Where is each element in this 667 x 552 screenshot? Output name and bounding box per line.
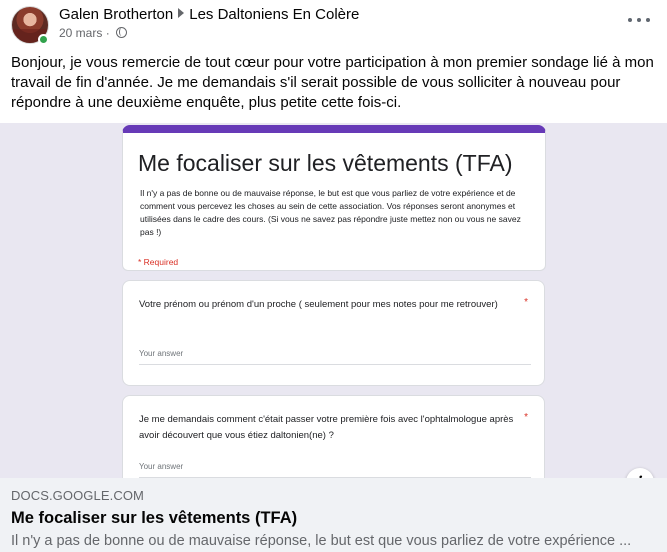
question-card: Votre prénom ou prénom d'un proche ( seu…: [122, 280, 545, 386]
author-name[interactable]: Galen Brotherton: [59, 6, 173, 23]
link-title[interactable]: Me focaliser sur les vêtements (TFA): [11, 509, 297, 528]
required-star: *: [524, 412, 528, 423]
form-header-card: Me focaliser sur les vêtements (TFA) Il …: [122, 125, 546, 271]
link-preview-image[interactable]: Me focaliser sur les vêtements (TFA) Il …: [0, 123, 667, 478]
online-status-icon: [38, 34, 49, 45]
form-description: Il n'y a pas de bonne ou de mauvaise rép…: [140, 188, 521, 237]
question-card: Je me demandais comment c'était passer v…: [122, 395, 545, 478]
link-description: Il n'y a pas de bonne ou de mauvaise rép…: [11, 533, 632, 549]
link-domain: DOCS.GOOGLE.COM: [11, 488, 144, 503]
more-options-button[interactable]: [625, 10, 653, 30]
question-text: Je me demandais comment c'était passer v…: [139, 414, 514, 441]
question-text: Votre prénom ou prénom d'un proche ( seu…: [139, 299, 498, 310]
form-title: Me focaliser sur les vêtements (TFA): [138, 150, 513, 176]
link-footer[interactable]: DOCS.GOOGLE.COM Me focaliser sur les vêt…: [0, 478, 667, 552]
required-star: *: [524, 297, 528, 308]
group-name[interactable]: Les Daltoniens En Colère: [189, 6, 359, 23]
answer-field: Your answer: [139, 462, 531, 478]
post-meta: 20 mars ·: [59, 26, 128, 41]
author-line: Galen Brotherton Les Daltoniens En Colère: [59, 6, 359, 24]
post-header: Galen Brotherton Les Daltoniens En Colère…: [0, 0, 667, 48]
more-horizontal-icon: [628, 18, 632, 22]
post-timestamp[interactable]: 20 mars: [59, 26, 102, 40]
required-note: * Required: [138, 257, 179, 267]
post-message: Bonjour, je vous remercie de tout cœur p…: [11, 54, 654, 111]
group-arrow-icon: [178, 8, 185, 18]
globe-icon[interactable]: [116, 27, 128, 38]
answer-field: Your answer: [139, 349, 531, 365]
meta-separator: ·: [105, 26, 110, 40]
